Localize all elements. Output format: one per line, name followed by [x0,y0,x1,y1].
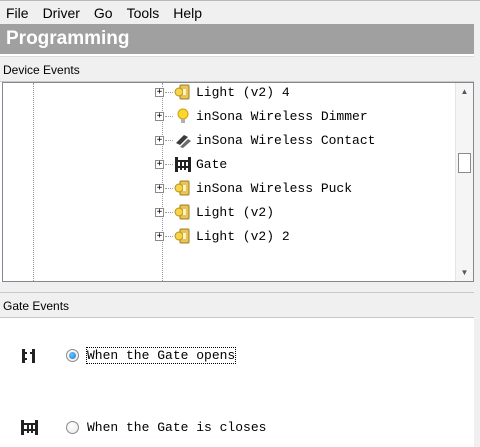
device-tree[interactable]: + Light (v2) 4 + inSona Wireless Dimmer … [2,82,474,282]
expand-icon[interactable]: + [155,183,164,193]
menu-driver[interactable]: Driver [36,2,87,24]
menu-bar: File Driver Go Tools Help [0,0,480,24]
event-option-closes[interactable]: When the Gate is closes [0,414,474,440]
tree-node[interactable]: + Gate [155,152,227,176]
tree-node[interactable]: + Light (v2) 4 [155,83,290,104]
tree-connector [165,91,173,93]
gate-icon [175,157,191,172]
tree-node[interactable]: + Light (v2) [155,200,274,224]
light-switch-icon [174,228,190,244]
tree-node-label: Light (v2) 2 [196,228,290,244]
scroll-thumb[interactable] [458,153,471,173]
tree-node-label: Gate [196,156,228,172]
page-title: Programming [0,24,474,54]
tree-connector [165,211,173,213]
scroll-down-icon[interactable]: ▼ [456,264,473,281]
tree-connector [165,187,173,189]
pane-splitter[interactable] [0,282,474,292]
expand-icon[interactable]: + [155,207,164,217]
event-option-opens[interactable]: When the Gate opens [0,342,474,368]
menu-go[interactable]: Go [87,2,120,24]
gate-events-label: Gate Events [0,292,474,318]
tree-node[interactable]: + inSona Wireless Dimmer [155,104,368,128]
gate-open-icon [22,349,35,363]
radio-gate-opens[interactable] [66,348,79,362]
tree-node[interactable]: + inSona Wireless Contact [155,128,375,152]
tree-node-label: Light (v2) [196,204,275,220]
light-switch-icon [174,84,190,100]
light-switch-icon [174,204,190,220]
menu-file[interactable]: File [0,2,36,24]
menu-help[interactable]: Help [166,2,209,24]
tree-node-label: inSona Wireless Dimmer [196,108,368,124]
radio-gate-closes[interactable] [66,420,79,434]
tree-node[interactable]: + inSona Wireless Puck [155,176,352,200]
bulb-icon [177,108,189,123]
expand-icon[interactable]: + [155,135,164,145]
tree-connector [165,115,173,117]
tree-node-label: Light (v2) 4 [196,84,290,100]
tree-node-label: inSona Wireless Puck [196,180,353,196]
expand-icon[interactable]: + [155,111,164,121]
window-edge [474,24,480,447]
expand-icon[interactable]: + [155,231,164,241]
tree-node[interactable]: + Light (v2) 2 [155,224,290,248]
light-switch-icon [174,180,190,196]
event-label-closes[interactable]: When the Gate is closes [87,420,266,435]
tree-node-label: inSona Wireless Contact [196,132,376,148]
menu-tools[interactable]: Tools [120,2,167,24]
expand-icon[interactable]: + [155,87,164,97]
scroll-up-icon[interactable]: ▲ [456,83,473,100]
tree-connector [165,235,173,237]
tree-connector [165,163,173,165]
tree-guide-line [33,83,34,281]
event-label-opens[interactable]: When the Gate opens [85,346,237,364]
device-events-label: Device Events [0,56,474,82]
tree-scrollbar[interactable]: ▲ ▼ [455,83,473,281]
tree-connector [165,139,173,141]
expand-icon[interactable]: + [155,159,164,169]
contact-sensor-icon [176,135,191,148]
gate-closed-icon [21,420,38,435]
